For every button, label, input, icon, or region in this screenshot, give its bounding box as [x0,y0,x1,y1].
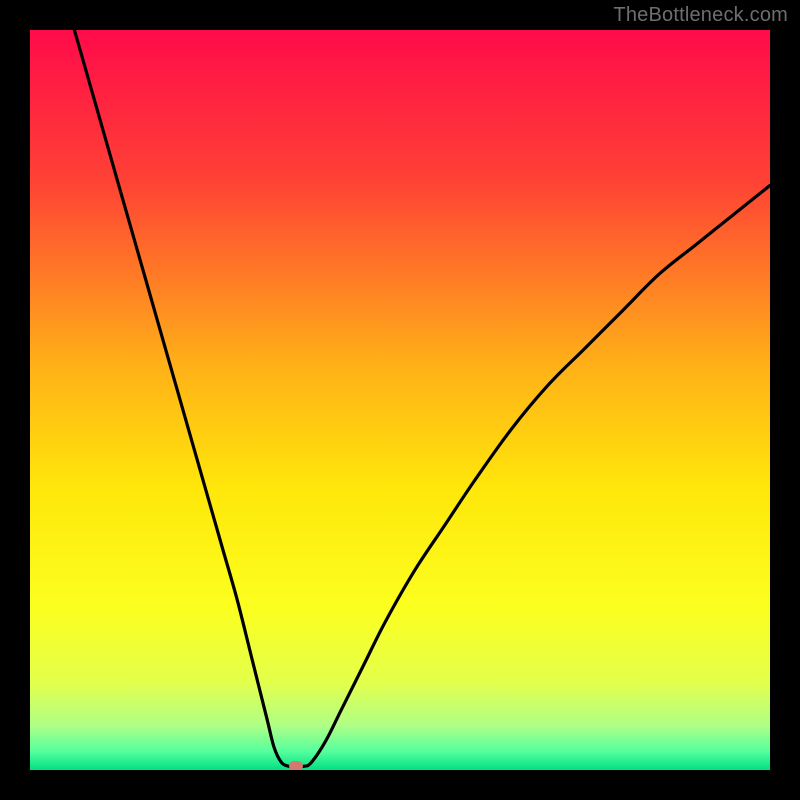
bottleneck-curve [30,30,770,770]
optimal-point-marker [289,761,303,770]
watermark-text: TheBottleneck.com [613,4,788,27]
plot-area [30,30,770,770]
chart-frame: TheBottleneck.com [0,0,800,800]
